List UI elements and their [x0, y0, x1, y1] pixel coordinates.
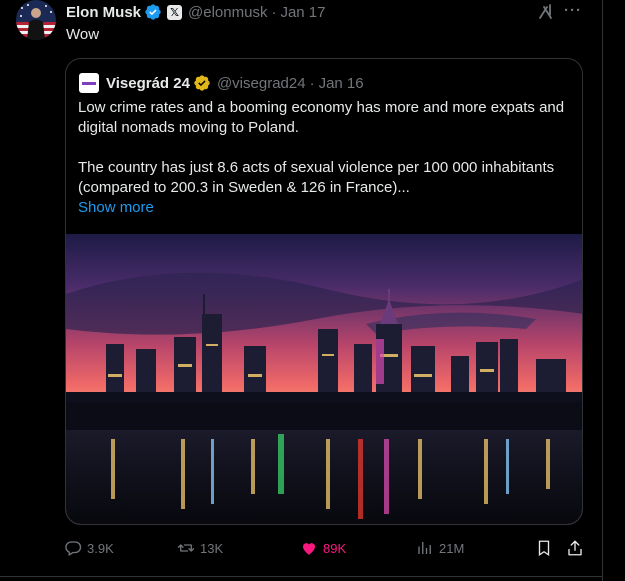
bookmark-icon [538, 540, 550, 557]
quote-text: Low crime rates and a booming economy ha… [78, 98, 574, 218]
tweet-header: Elon Musk 𝕏 @elonmusk · Jan 17 [66, 2, 326, 22]
quote-header: Visegrád 24 @visegrad24 · Jan 16 [79, 73, 364, 93]
separator-dot: · [309, 74, 315, 92]
share-icon [568, 540, 582, 556]
reply-button[interactable]: 3.9K [64, 538, 114, 558]
like-icon [303, 543, 315, 555]
avatar[interactable] [16, 0, 56, 40]
quote-author-name[interactable]: Visegrád 24 [106, 75, 190, 92]
tweet-action-bar: 3.9K 13K 89K 21M [64, 538, 588, 558]
share-button[interactable] [566, 538, 589, 558]
repost-icon [177, 544, 195, 552]
author-name[interactable]: Elon Musk [66, 4, 141, 21]
tweet-text: Wow [66, 26, 100, 43]
x-affiliate-badge-icon[interactable]: 𝕏 [167, 4, 183, 20]
quote-media-image[interactable] [66, 234, 583, 525]
quote-timestamp[interactable]: Jan 16 [319, 75, 364, 92]
verified-badge-icon[interactable] [144, 3, 162, 21]
repost-button[interactable]: 13K [177, 538, 223, 558]
views-icon [418, 542, 431, 554]
tweet-divider [0, 576, 602, 577]
timestamp[interactable]: Jan 17 [280, 4, 325, 21]
bookmark-button[interactable] [535, 538, 558, 558]
separator-dot: · [271, 3, 277, 21]
show-more-link[interactable]: Show more [78, 198, 574, 218]
like-count: 89K [323, 540, 347, 556]
like-button[interactable]: 89K [300, 538, 346, 558]
quoted-tweet-card[interactable]: Visegrád 24 @visegrad24 · Jan 16 Low cri… [65, 58, 583, 525]
views-button[interactable]: 21M [416, 538, 464, 558]
repost-count: 13K [200, 540, 224, 556]
verified-badge-icon[interactable] [193, 74, 211, 92]
more-options-icon[interactable]: ··· [563, 2, 583, 22]
quote-author-handle[interactable]: @visegrad24 [217, 75, 306, 92]
view-count: 21M [439, 540, 465, 556]
reply-icon [65, 541, 82, 556]
author-handle[interactable]: @elonmusk [188, 4, 267, 21]
quote-paragraph: The country has just 8.6 acts of sexual … [78, 159, 555, 196]
grok-icon[interactable] [536, 2, 556, 22]
timeline-border-right [602, 0, 603, 581]
quote-paragraph: Low crime rates and a booming economy ha… [78, 99, 565, 136]
reply-count: 3.9K [87, 540, 114, 556]
quote-avatar[interactable] [79, 73, 99, 93]
